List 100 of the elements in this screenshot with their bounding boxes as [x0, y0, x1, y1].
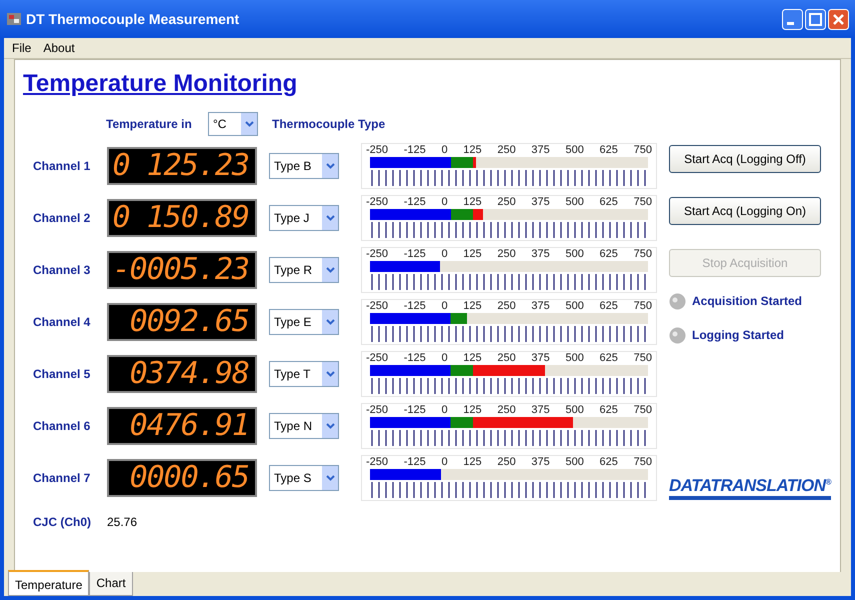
type-dropdown[interactable]: Type J [269, 205, 339, 231]
menu-item[interactable]: File [12, 41, 32, 55]
digital-display: -0005.23 [107, 251, 257, 289]
scale-label: 625 [600, 456, 618, 468]
scale-label: -125 [404, 300, 426, 312]
caret-icon [326, 423, 334, 429]
scale-label: -125 [404, 144, 426, 156]
type-dropdown[interactable]: Type B [269, 153, 339, 179]
scale-label: 500 [565, 144, 584, 156]
channel-label: Channel 3 [32, 263, 92, 277]
company-logo: DATATRANSLATION$^{®}$ [669, 476, 831, 500]
scale-label: 625 [600, 300, 618, 312]
scale-label: 125 [463, 248, 482, 260]
caret-icon [326, 163, 334, 169]
indicator-label: Acquisition Started [692, 294, 802, 308]
scale-label: 750 [634, 456, 652, 468]
scale-label: 250 [497, 196, 516, 208]
channel-label: Channel 4 [32, 315, 92, 329]
tab[interactable]: Chart [89, 572, 133, 596]
scale-label: 0 [441, 196, 448, 208]
channel-label: Channel 1 [32, 159, 92, 173]
caret-icon [244, 121, 254, 127]
scale-label: 375 [531, 196, 550, 208]
unit-dropdown[interactable]: °C [208, 112, 258, 136]
scale-label: 375 [531, 352, 550, 364]
type-dropdown[interactable]: Type R [269, 257, 339, 283]
cjc-value: 25.76 [107, 515, 138, 529]
page-heading: Temperature Monitoring [23, 70, 298, 98]
scale-label: 625 [600, 352, 618, 364]
digital-display: 0 125.23 [107, 147, 257, 185]
scale-label: -250 [366, 196, 388, 208]
scale-label: 0 [441, 404, 448, 416]
scale-label: 500 [565, 456, 584, 468]
indicator-label: Logging Started [692, 328, 784, 342]
unit-label: Temperature in [106, 117, 193, 131]
scale-label: -125 [404, 196, 426, 208]
scale-label: 0 [441, 144, 448, 156]
scale-label: 625 [600, 248, 618, 260]
type-dropdown[interactable]: Type S [269, 465, 339, 491]
scale-label: 625 [600, 404, 618, 416]
type-dropdown[interactable]: Type E [269, 309, 339, 335]
window-title: DT Thermocouple Measurement [26, 11, 240, 27]
scale-label: 0 [441, 352, 448, 364]
scale-label: -250 [366, 404, 388, 416]
tab[interactable]: Temperature [8, 570, 90, 596]
scale-label: -250 [366, 300, 388, 312]
scale-label: 750 [634, 300, 652, 312]
app-icon [6, 11, 22, 27]
scale-label: 750 [634, 352, 652, 364]
type-dropdown[interactable]: Type T [269, 361, 339, 387]
menu-item[interactable]: About [43, 41, 75, 55]
scale-label: 375 [531, 404, 550, 416]
caret-icon [326, 267, 334, 273]
scale-label: 125 [463, 404, 482, 416]
scale-label: 750 [634, 404, 652, 416]
channel-label: Channel 5 [32, 367, 92, 381]
action-button[interactable]: Start Acq (Logging Off) [669, 145, 821, 173]
scale-label: 750 [634, 248, 652, 260]
scale-label: 375 [531, 456, 550, 468]
channel-label: Channel 7 [32, 471, 92, 485]
scale-label: -250 [366, 248, 388, 260]
digital-display: 0 150.89 [107, 199, 257, 237]
scale-label: 750 [634, 196, 652, 208]
scale-label: 250 [497, 456, 516, 468]
scale-label: 375 [531, 144, 550, 156]
scale-label: 250 [497, 248, 516, 260]
maximize-icon[interactable] [805, 8, 826, 30]
action-button[interactable]: Start Acq (Logging On) [669, 197, 821, 225]
scale-label: -125 [404, 248, 426, 260]
digital-display: 0374.98 [107, 355, 257, 393]
scale-label: 250 [497, 144, 516, 156]
caret-icon [326, 475, 334, 481]
scale-label: 125 [463, 196, 482, 208]
scale-label: 500 [565, 248, 584, 260]
close-icon[interactable] [828, 8, 849, 30]
channel-label: Channel 6 [32, 419, 92, 433]
scale-label: 250 [497, 300, 516, 312]
scale-label: 750 [634, 144, 652, 156]
scale-label: 625 [600, 144, 618, 156]
scale-label: -125 [404, 456, 426, 468]
digital-display: 0476.91 [107, 407, 257, 445]
scale-label: 250 [497, 404, 516, 416]
type-dropdown[interactable]: Type N [269, 413, 339, 439]
digital-display: 0092.65 [107, 303, 257, 341]
scale-label: 125 [463, 144, 482, 156]
scale-label: 500 [565, 196, 584, 208]
caret-icon [326, 371, 334, 377]
channel-label: Channel 2 [32, 211, 92, 225]
caret-icon [326, 319, 334, 325]
scale-label: 125 [463, 300, 482, 312]
type-label: Thermocouple Type [272, 117, 386, 131]
scale-label: 0 [441, 456, 448, 468]
scale-label: 125 [463, 352, 482, 364]
scale-label: -250 [366, 352, 388, 364]
scale-label: 0 [441, 300, 448, 312]
digital-display: 0000.65 [107, 459, 257, 497]
scale-label: 625 [600, 196, 618, 208]
scale-label: 375 [531, 300, 550, 312]
minimize-icon[interactable] [782, 8, 803, 30]
scale-label: -125 [404, 404, 426, 416]
